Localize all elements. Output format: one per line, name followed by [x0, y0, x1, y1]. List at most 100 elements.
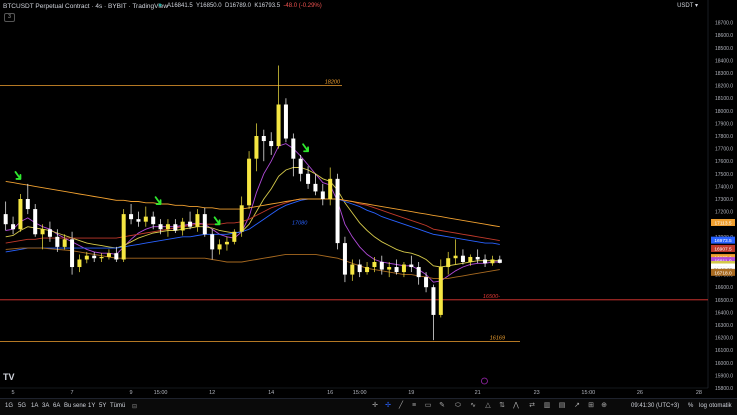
y-tick-label: 16300.0	[715, 323, 733, 329]
y-tick-label: 17300.0	[715, 197, 733, 203]
y-tick-label: 16600.0	[715, 285, 733, 291]
clock-readout[interactable]: 09:41:30 (UTC+3)	[631, 403, 679, 409]
candle-body	[387, 267, 392, 270]
price-tag-label: 16718.0	[714, 270, 732, 276]
percent-toggle[interactable]: %	[688, 403, 693, 409]
candle-body	[40, 229, 45, 235]
measure-icon[interactable]: ⇄	[528, 402, 536, 410]
candle-body	[239, 205, 244, 232]
x-tick-label: 23	[534, 390, 540, 396]
x-tick-label: 15:00	[353, 390, 367, 396]
fib-icon[interactable]: ≡	[410, 402, 418, 410]
auto-toggle[interactable]: otomatik	[709, 403, 732, 409]
position-icon[interactable]: ⇅	[498, 402, 506, 410]
timeframe-busene[interactable]: Bu sene	[64, 403, 86, 409]
candle-body	[47, 229, 52, 237]
candle-body	[173, 224, 178, 231]
price-tag-label: 17113.5	[715, 220, 732, 226]
x-tick-label: 19	[408, 390, 414, 396]
candle-body	[210, 234, 215, 250]
arrow-marker-icon	[302, 143, 309, 153]
candle-body	[269, 141, 274, 147]
cursor-icon[interactable]: ✛	[371, 402, 379, 410]
candle-body	[424, 277, 429, 288]
candle-body	[99, 256, 104, 259]
candle-body	[232, 231, 237, 242]
y-tick-label: 18500.0	[715, 46, 733, 52]
price-range-icon[interactable]: ▥	[543, 402, 551, 410]
candle-body	[446, 258, 451, 268]
timeframe-6a[interactable]: 6A	[53, 403, 60, 409]
callout-icon[interactable]: ▤	[558, 402, 566, 410]
candle-body	[365, 267, 370, 273]
y-tick-label: 18400.0	[715, 58, 733, 64]
rectangle-icon[interactable]: ▭	[424, 402, 432, 410]
x-tick-label: 21	[475, 390, 481, 396]
candle-body	[254, 136, 259, 159]
price-tag-label: 16907.5	[714, 246, 732, 252]
add-icon[interactable]: ⊕	[600, 402, 608, 410]
timeframe-1a[interactable]: 1A	[31, 403, 38, 409]
crosshair-icon[interactable]: ✢	[384, 402, 392, 410]
y-tick-label: 18700.0	[715, 21, 733, 27]
path-icon[interactable]: ∿	[469, 402, 477, 410]
candle-body	[165, 224, 170, 230]
candle-body	[195, 214, 200, 227]
date-range-icon[interactable]: ⊟	[132, 403, 137, 410]
x-tick-label: 5	[12, 390, 15, 396]
level-label: 17080	[292, 221, 308, 227]
arrow-tool-icon[interactable]: ↗	[573, 402, 581, 410]
brush-icon[interactable]: ✎	[438, 402, 446, 410]
candle-body	[224, 241, 229, 245]
y-tick-label: 17500.0	[715, 172, 733, 178]
candle-body	[202, 214, 207, 235]
candle-body	[416, 267, 421, 278]
y-tick-label: 17600.0	[715, 159, 733, 165]
candle-body	[335, 178, 340, 244]
candle-body	[3, 214, 8, 225]
candle-body	[483, 259, 488, 264]
projection-icon[interactable]: ⊞	[587, 402, 595, 410]
candle-body	[379, 262, 384, 270]
candle-body	[188, 221, 193, 227]
x-tick-label: 26	[637, 390, 643, 396]
candle-body	[276, 104, 281, 147]
log-toggle[interactable]: log	[699, 403, 707, 409]
x-tick-label: 15:00	[581, 390, 595, 396]
timeframe-tumu[interactable]: Tümü	[110, 403, 125, 409]
candle-body	[158, 224, 163, 230]
y-tick-label: 16400.0	[715, 310, 733, 316]
candle-body	[84, 255, 89, 260]
y-tick-label: 18200.0	[715, 84, 733, 90]
candle-body	[121, 214, 126, 260]
candle-body	[372, 262, 377, 268]
candle-body	[291, 138, 296, 159]
timeframe-5y[interactable]: 5Y	[99, 403, 106, 409]
ellipse-icon[interactable]: ⬭	[454, 402, 462, 410]
candle-body	[114, 253, 119, 260]
y-tick-label: 18000.0	[715, 109, 733, 115]
candle-body	[247, 158, 252, 206]
timeframe-3a[interactable]: 3A	[42, 403, 49, 409]
candle-body	[350, 264, 355, 275]
candle-body	[283, 104, 288, 139]
candle-body	[313, 183, 318, 192]
level-label: 18200	[325, 80, 341, 86]
candle-body	[328, 178, 333, 199]
y-tick-label: 17400.0	[715, 184, 733, 190]
bottom-toolbar: 1G 5G 1A 3A 6A Bu sene 1Y 5Y Tümü ⊟ ✛ ✢ …	[0, 398, 737, 415]
triangle-icon[interactable]: △	[484, 402, 492, 410]
timeframe-1g[interactable]: 1G	[5, 403, 13, 409]
candle-body	[136, 219, 141, 222]
y-tick-label: 18100.0	[715, 96, 733, 102]
y-tick-label: 15900.0	[715, 373, 733, 379]
candle-body	[151, 216, 156, 225]
trendline-icon[interactable]: ╱	[397, 402, 405, 410]
pattern-icon[interactable]: ⋀	[512, 402, 520, 410]
timeframe-1y[interactable]: 1Y	[88, 403, 95, 409]
candle-body	[62, 239, 67, 247]
event-marker-icon	[481, 377, 488, 385]
timeframe-5g[interactable]: 5G	[18, 403, 26, 409]
candle-body	[357, 264, 362, 273]
price-chart[interactable]: 15800.0 15900.0 16000.0 16100.0 16200.0 16300…	[0, 0, 737, 398]
